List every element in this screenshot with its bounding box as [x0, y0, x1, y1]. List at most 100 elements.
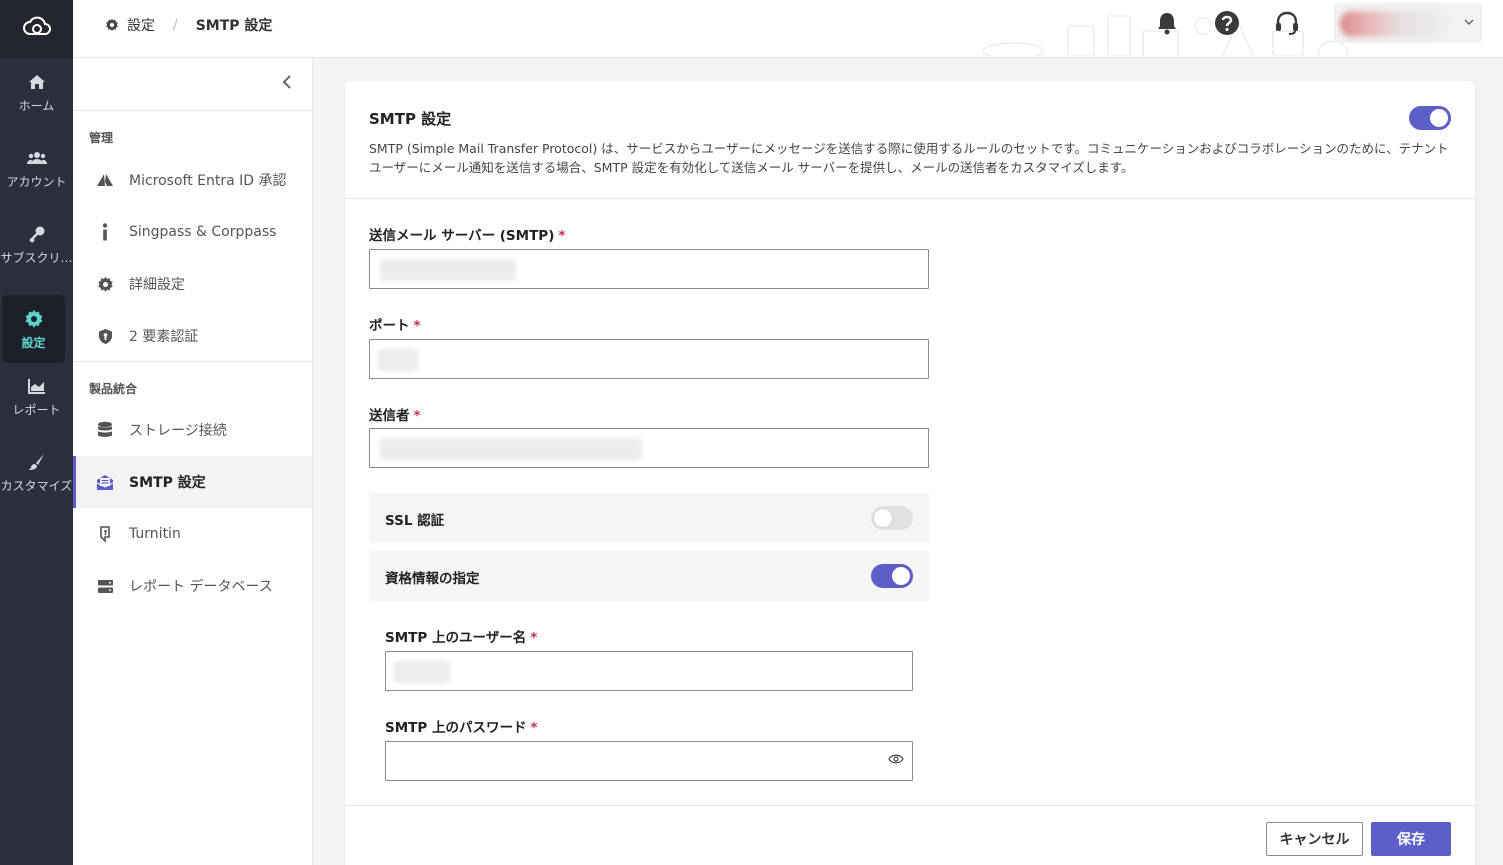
breadcrumb-separator: / — [173, 17, 178, 33]
breadcrumb: 設定 / SMTP 設定 — [105, 0, 272, 50]
required-mark: * — [413, 408, 421, 424]
brush-icon — [28, 451, 46, 473]
sidebar-item-storage[interactable]: ストレージ接続 — [73, 404, 312, 456]
ssl-toggle[interactable] — [871, 506, 913, 530]
sidebar-item-advanced-settings[interactable]: 詳細設定 — [73, 258, 312, 310]
app-rail: ホーム アカウント サブスクリ… 設定 レポート カスタマイズ — [0, 0, 73, 865]
required-mark: * — [530, 630, 538, 646]
smtp-enable-toggle[interactable] — [1409, 106, 1451, 130]
eye-icon — [888, 753, 904, 769]
rail-item-label: アカウント — [6, 174, 67, 189]
shield-icon — [95, 326, 115, 346]
collapse-sidebar-button[interactable] — [275, 72, 299, 96]
show-password-button[interactable] — [886, 751, 906, 771]
divider — [73, 361, 312, 362]
sidebar-item-label: 2 要素認証 — [129, 329, 199, 345]
section-title-admin: 管理 — [89, 131, 114, 145]
help-button[interactable] — [1213, 11, 1241, 39]
settings-sidebar: 管理 Microsoft Entra ID 承認 Singpass & Corp… — [73, 58, 313, 865]
redacted-value — [380, 259, 516, 281]
cloud-logo-icon — [22, 15, 52, 43]
port-input[interactable] — [369, 339, 929, 379]
rail-item-home[interactable]: ホーム — [0, 58, 73, 126]
accounts-icon — [26, 147, 47, 169]
rail-item-reports[interactable]: レポート — [0, 362, 73, 430]
username-label: SMTP 上のユーザー名 * — [385, 626, 537, 646]
divider — [345, 198, 1475, 199]
rail-item-label: ホーム — [18, 98, 55, 113]
sidebar-item-label: Microsoft Entra ID 承認 — [129, 173, 287, 189]
sidebar-item-label: Singpass & Corppass — [129, 224, 277, 240]
username-label-text: SMTP 上のユーザー名 — [385, 630, 527, 646]
sender-input[interactable] — [369, 428, 929, 468]
notifications-button[interactable] — [1153, 11, 1181, 39]
app-logo[interactable] — [0, 0, 73, 58]
password-label-text: SMTP 上のパスワード — [385, 720, 527, 736]
user-menu[interactable] — [1334, 3, 1482, 43]
sidebar-item-label: ストレージ接続 — [129, 423, 227, 439]
gear-icon — [95, 274, 115, 294]
rail-item-label: サブスクリ… — [0, 250, 73, 265]
sidebar-item-label: 詳細設定 — [129, 277, 185, 293]
save-button[interactable]: 保存 — [1371, 822, 1451, 856]
sidebar-item-report-database[interactable]: レポート データベース — [73, 560, 312, 612]
smtp-settings-card: SMTP 設定 SMTP (Simple Mail Transfer Proto… — [345, 81, 1475, 865]
page-title: SMTP 設定 — [369, 110, 452, 128]
rail-item-label: 設定 — [21, 335, 46, 350]
ssl-label: SSL 認証 — [385, 513, 445, 529]
breadcrumb-current: SMTP 設定 — [195, 18, 273, 34]
gear-icon — [24, 308, 44, 330]
sidebar-item-smtp[interactable]: SMTP 設定 — [73, 456, 312, 508]
password-input[interactable] — [385, 741, 913, 781]
rail-item-label: カスタマイズ — [0, 478, 73, 493]
smtp-server-input[interactable] — [369, 249, 929, 289]
required-mark: * — [413, 318, 421, 334]
rail-item-subscription[interactable]: サブスクリ… — [0, 210, 73, 278]
rail-item-label: レポート — [12, 402, 61, 417]
chart-icon — [27, 375, 46, 397]
support-button[interactable] — [1273, 11, 1301, 39]
redacted-value — [394, 661, 450, 683]
info-icon — [95, 222, 115, 242]
sidebar-item-label: SMTP 設定 — [129, 475, 206, 491]
turnitin-icon — [95, 524, 115, 544]
key-icon — [28, 223, 46, 245]
rail-item-customize[interactable]: カスタマイズ — [0, 438, 73, 506]
database-icon — [95, 420, 115, 440]
cancel-button[interactable]: キャンセル — [1266, 822, 1363, 856]
toggle-knob — [874, 509, 892, 527]
credentials-option-row: 資格情報の指定 — [369, 551, 929, 601]
bell-icon — [1156, 11, 1178, 39]
rail-item-accounts[interactable]: アカウント — [0, 134, 73, 202]
credentials-toggle[interactable] — [871, 564, 913, 588]
top-bar: 設定 / SMTP 設定 — [73, 0, 1503, 58]
sidebar-item-entra-id[interactable]: Microsoft Entra ID 承認 — [73, 154, 312, 206]
help-icon — [1214, 10, 1240, 40]
smtp-server-label: 送信メール サーバー (SMTP) * — [369, 224, 565, 244]
divider — [345, 805, 1475, 806]
sidebar-item-turnitin[interactable]: Turnitin — [73, 508, 312, 560]
port-label-text: ポート — [369, 318, 410, 334]
breadcrumb-root[interactable]: 設定 — [127, 15, 155, 35]
rail-item-settings[interactable]: 設定 — [2, 295, 65, 363]
sidebar-item-label: レポート データベース — [129, 579, 273, 595]
entra-icon — [95, 170, 115, 190]
sender-label: 送信者 * — [369, 404, 421, 424]
ssl-option-row: SSL 認証 — [369, 493, 929, 543]
credentials-label: 資格情報の指定 — [385, 571, 480, 587]
required-mark: * — [530, 720, 538, 736]
password-label: SMTP 上のパスワード * — [385, 716, 538, 736]
redacted-value — [380, 438, 642, 460]
home-icon — [28, 71, 46, 93]
divider — [73, 110, 312, 111]
sidebar-item-label: Turnitin — [129, 526, 181, 542]
server-icon — [95, 576, 115, 596]
sidebar-item-singpass[interactable]: Singpass & Corppass — [73, 206, 312, 258]
username-input[interactable] — [385, 651, 913, 691]
sidebar-item-2fa[interactable]: 2 要素認証 — [73, 310, 312, 362]
gear-icon — [105, 18, 119, 32]
port-label: ポート * — [369, 314, 421, 334]
section-title-integration: 製品統合 — [89, 382, 138, 396]
required-mark: * — [558, 228, 566, 244]
toggle-knob — [892, 567, 910, 585]
